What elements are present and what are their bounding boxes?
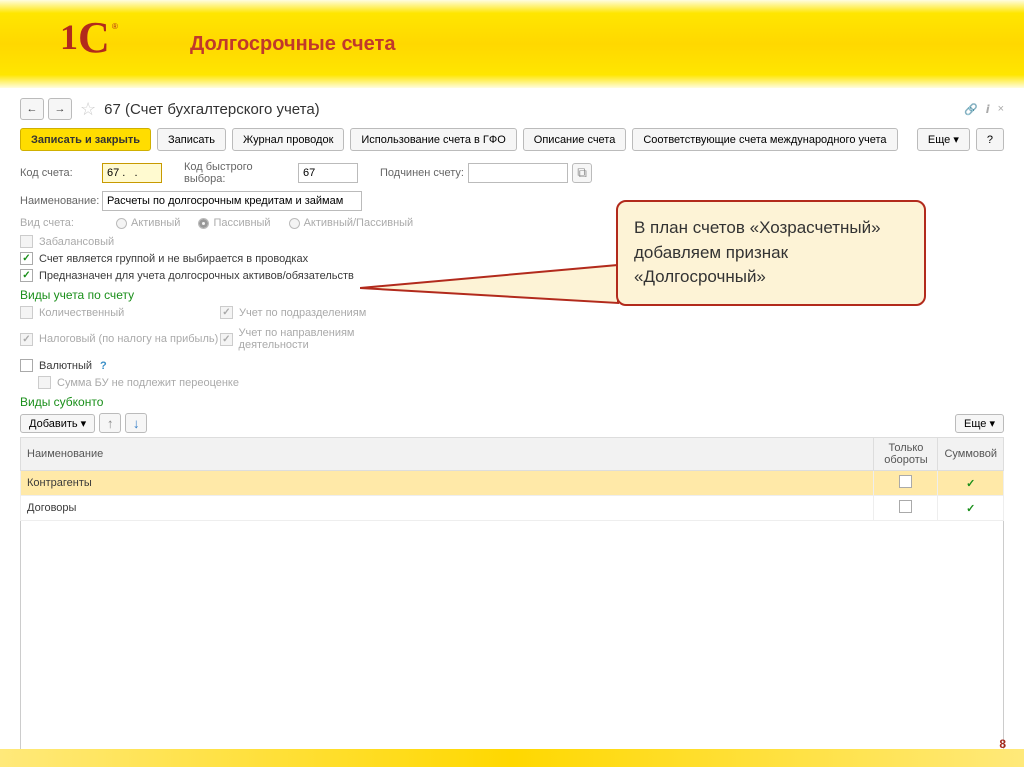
quick-code-input[interactable] — [298, 163, 358, 183]
qty-checkbox — [20, 306, 33, 319]
logo-1c: 1 C ® — [60, 20, 120, 68]
link-icon[interactable]: 🔗 — [964, 103, 978, 116]
logo-c: C — [78, 12, 110, 63]
tax-checkbox — [20, 333, 33, 346]
row-sum[interactable]: ✓ — [938, 471, 1004, 496]
page-title: 67 (Счет бухгалтерского учета) — [104, 101, 320, 118]
reval-label: Сумма БУ не подлежит переоценке — [57, 377, 239, 389]
radio-passive[interactable]: Пассивный — [198, 217, 270, 229]
currency-hint-icon[interactable]: ? — [100, 360, 107, 372]
type-label: Вид счета: — [20, 217, 98, 229]
callout-arrow-icon — [360, 263, 620, 313]
footer-stripe — [0, 749, 1024, 767]
table-empty-area — [20, 521, 1004, 751]
row-name: Контрагенты — [21, 471, 874, 496]
journal-button[interactable]: Журнал проводок — [232, 128, 344, 151]
quick-label: Код быстрого выбора: — [184, 161, 294, 185]
more-label: Еще — [928, 134, 950, 146]
row-turnover[interactable] — [874, 496, 938, 521]
slide-banner: 1 C ® Долгосрочные счета — [0, 0, 1024, 88]
table-row[interactable]: Договоры ✓ — [21, 496, 1004, 521]
parent-open-button[interactable]: ⧉ — [572, 163, 592, 183]
parent-input[interactable] — [468, 163, 568, 183]
row-name: Договоры — [21, 496, 874, 521]
subkonto-title: Виды субконто — [20, 395, 1004, 409]
div-label: Учет по подразделениям — [239, 307, 366, 319]
tax-label: Налоговый (по налогу на прибыль) — [39, 333, 218, 345]
help-button[interactable]: ? — [976, 128, 1004, 151]
longterm-checkbox[interactable] — [20, 269, 33, 282]
offbalance-label: Забалансовый — [39, 236, 114, 248]
usage-button[interactable]: Использование счета в ГФО — [350, 128, 516, 151]
group-label: Счет является группой и не выбирается в … — [39, 253, 308, 265]
write-button[interactable]: Записать — [157, 128, 226, 151]
name-label: Наименование: — [20, 195, 98, 207]
parent-label: Подчинен счету: — [380, 167, 464, 179]
slide-title: Долгосрочные счета — [190, 33, 395, 56]
close-icon[interactable]: × — [998, 103, 1004, 116]
add-button[interactable]: Добавить ▾ — [20, 414, 95, 433]
group-checkbox[interactable] — [20, 252, 33, 265]
reval-checkbox — [38, 376, 51, 389]
code-input[interactable] — [102, 163, 162, 183]
move-up-button[interactable]: ↑ — [99, 413, 121, 433]
name-input[interactable] — [102, 191, 362, 211]
row-sum[interactable]: ✓ — [938, 496, 1004, 521]
sub-more-button[interactable]: Еще ▾ — [955, 414, 1004, 433]
radio-both[interactable]: Активный/Пассивный — [289, 217, 414, 229]
longterm-label: Предназначен для учета долгосрочных акти… — [39, 270, 354, 282]
nav-back-button[interactable]: ← — [20, 98, 44, 120]
qty-label: Количественный — [39, 307, 124, 319]
intl-button[interactable]: Соответствующие счета международного уче… — [632, 128, 897, 151]
currency-label: Валютный — [39, 360, 92, 372]
page-number: 8 — [999, 737, 1006, 751]
desc-button[interactable]: Описание счета — [523, 128, 627, 151]
table-row[interactable]: Контрагенты ✓ — [21, 471, 1004, 496]
div-checkbox — [220, 306, 233, 319]
currency-checkbox[interactable] — [20, 359, 33, 372]
attach-icon[interactable]: 𝙞 — [986, 103, 990, 116]
col-turnover[interactable]: Только обороты — [874, 438, 938, 471]
write-close-button[interactable]: Записать и закрыть — [20, 128, 151, 151]
row-turnover[interactable] — [874, 471, 938, 496]
subkonto-table: Наименование Только обороты Суммовой Кон… — [20, 437, 1004, 521]
logo-one: 1 — [60, 16, 78, 58]
dir-checkbox — [220, 333, 233, 346]
more-button[interactable]: Еще ▾ — [917, 128, 970, 151]
col-sum[interactable]: Суммовой — [938, 438, 1004, 471]
dir-label: Учет по направлениям деятельности — [239, 327, 420, 351]
callout-box: В план счетов «Хозрасчетный» добавляем п… — [616, 200, 926, 306]
move-down-button[interactable]: ↓ — [125, 413, 147, 433]
radio-active[interactable]: Активный — [116, 217, 180, 229]
offbalance-checkbox[interactable] — [20, 235, 33, 248]
col-name[interactable]: Наименование — [21, 438, 874, 471]
logo-tm: ® — [112, 22, 118, 31]
nav-forward-button[interactable]: → — [48, 98, 72, 120]
favorite-star-icon[interactable]: ☆ — [80, 99, 96, 120]
code-label: Код счета: — [20, 167, 98, 179]
